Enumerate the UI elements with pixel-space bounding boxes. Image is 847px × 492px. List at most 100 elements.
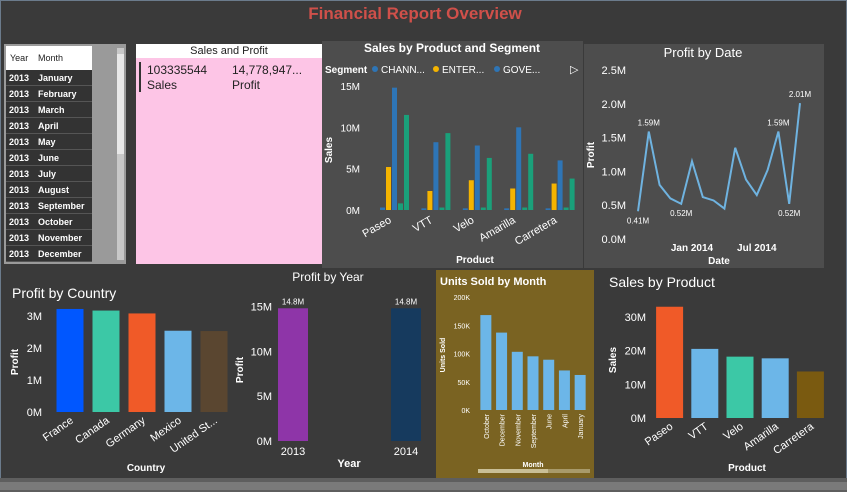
- bar: [726, 356, 754, 418]
- bar: [278, 308, 308, 441]
- bar: [569, 178, 575, 210]
- x-tick-label: VTT: [411, 214, 435, 235]
- bar: [391, 308, 421, 441]
- data-label: 0.41M: [627, 216, 650, 225]
- bar: [380, 207, 385, 210]
- data-label: 14.8M: [282, 297, 305, 306]
- y-tick-label: 0M: [257, 436, 272, 448]
- y-axis-label: Sales: [608, 346, 619, 373]
- bar: [522, 207, 528, 210]
- y-tick-label: 0K: [461, 408, 470, 415]
- y-axis-label: Profit: [10, 348, 21, 375]
- y-tick-label: 5M: [257, 391, 272, 403]
- bar: [439, 207, 445, 210]
- bar: [392, 87, 397, 210]
- y-tick-label: 20M: [625, 346, 646, 358]
- x-axis-label: Date: [708, 256, 730, 267]
- x-tick-label: January: [578, 414, 585, 439]
- bar: [551, 183, 557, 210]
- bar: [510, 188, 516, 210]
- x-tick-label: Paseo: [643, 421, 675, 449]
- x-tick-label: Germany: [104, 414, 148, 450]
- y-tick-label: 1M: [27, 375, 42, 387]
- x-tick-label: 2013: [281, 446, 305, 458]
- y-tick-label: 3M: [27, 311, 42, 323]
- legend-marker: [372, 66, 378, 72]
- bar: [563, 207, 569, 210]
- x-tick-label: VTT: [687, 420, 711, 442]
- x-axis-label: Product: [456, 255, 494, 266]
- y-tick-label: 0M: [27, 407, 42, 419]
- bar: [421, 208, 427, 210]
- bar: [92, 310, 120, 412]
- y-axis-label: Profit: [235, 356, 246, 383]
- y-tick-label: 100K: [454, 352, 471, 359]
- chart-title: Units Sold by Month: [440, 276, 547, 288]
- chart-title: Profit by Country: [12, 285, 116, 301]
- bar: [656, 306, 684, 418]
- x-tick-label: September: [531, 413, 538, 448]
- y-tick-label: 0M: [346, 206, 360, 217]
- x-tick-label: France: [41, 415, 76, 444]
- bar: [761, 358, 789, 418]
- bar: [558, 370, 570, 410]
- x-tick-label: Carretera: [771, 420, 817, 457]
- y-tick-label: 50K: [458, 380, 471, 387]
- x-axis-label: Product: [728, 463, 766, 474]
- bar: [474, 145, 480, 210]
- bar: [574, 374, 586, 410]
- x-tick-label: Paseo: [360, 214, 393, 240]
- chart-title: Sales by Product: [609, 274, 715, 290]
- x-tick-label: June: [547, 414, 554, 429]
- x-tick-label: December: [500, 413, 507, 446]
- bar: [496, 332, 508, 410]
- y-tick-label: 30M: [625, 312, 646, 324]
- bar: [445, 133, 451, 210]
- bar: [468, 180, 474, 210]
- bar: [527, 356, 539, 410]
- bar: [528, 153, 534, 210]
- bar: [462, 208, 468, 210]
- chart-title: Profit by Year: [292, 270, 363, 284]
- data-label: 14.8M: [395, 297, 418, 306]
- x-tick-label: April: [562, 414, 569, 428]
- y-tick-label: 10M: [341, 123, 360, 134]
- legend-title: Segment: [325, 65, 368, 76]
- bar: [386, 167, 391, 210]
- units-scroll-thumb: [478, 469, 548, 473]
- x-tick-label: October: [484, 413, 491, 439]
- y-tick-label: 2M: [27, 343, 42, 355]
- bar: [480, 315, 492, 410]
- bar: [56, 308, 84, 412]
- x-tick-label: Velo: [721, 421, 745, 443]
- y-tick-label: 2.5M: [602, 65, 626, 77]
- bar: [480, 207, 486, 210]
- bar: [511, 351, 523, 410]
- y-tick-label: 2.0M: [602, 99, 626, 111]
- chart-title: Profit by Date: [664, 45, 743, 60]
- data-label: 0.52M: [778, 209, 801, 218]
- x-tick-label: Amarilla: [477, 214, 518, 245]
- bar: [128, 313, 156, 412]
- x-axis-label: Month: [523, 462, 544, 469]
- y-axis-label: Units Sold: [440, 338, 447, 373]
- y-axis-label: Profit: [586, 141, 597, 168]
- x-tick-label: November: [515, 413, 522, 446]
- bar: [164, 330, 192, 412]
- x-tick-label: Carretera: [513, 214, 560, 248]
- y-tick-label: 15M: [251, 301, 272, 313]
- x-axis-label: Year: [337, 458, 361, 470]
- x-tick-label: 2014: [394, 446, 418, 458]
- data-label: 1.59M: [767, 119, 790, 128]
- bottom-scroll-thumb[interactable]: [0, 482, 847, 490]
- data-label: 1.59M: [638, 119, 661, 128]
- x-axis-label: Country: [127, 463, 166, 474]
- bar: [516, 127, 522, 210]
- y-tick-label: 200K: [454, 295, 471, 302]
- data-label: 2.01M: [789, 90, 812, 99]
- bar: [691, 348, 719, 418]
- charts-layer: Sales by Product and Segment Segment CHANN…: [10, 41, 824, 474]
- legend-marker: [494, 66, 500, 72]
- legend-entry: ENTER...: [442, 65, 484, 76]
- bar: [200, 331, 228, 412]
